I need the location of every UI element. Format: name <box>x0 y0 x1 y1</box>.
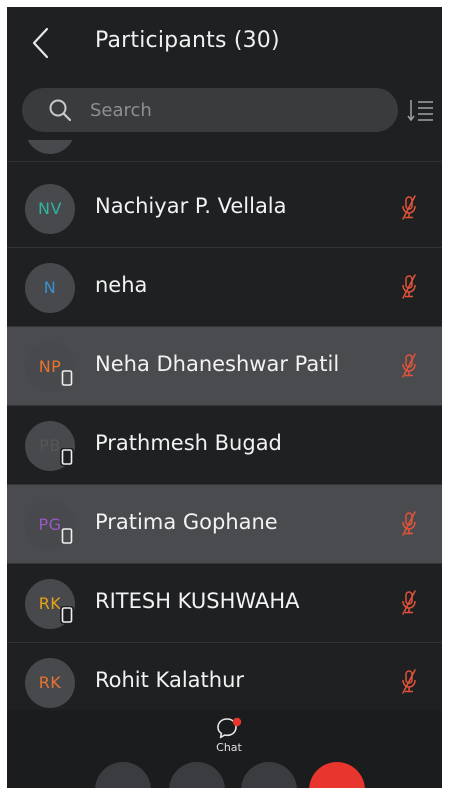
participant-name: RITESH KUSHWAHA <box>95 589 300 613</box>
mobile-device-icon <box>60 369 74 387</box>
avatar: RK <box>25 658 75 708</box>
participant-name: Prathmesh Bugad <box>95 431 282 455</box>
search-input[interactable] <box>90 88 380 132</box>
participant-row[interactable]: RK RITESH KUSHWAHA <box>7 564 442 643</box>
mic-muted-icon <box>402 590 416 615</box>
participant-name: Nachiyar P. Vellala <box>95 194 287 218</box>
sort-button[interactable] <box>407 96 435 124</box>
header: Participants (30) <box>7 7 442 82</box>
mobile-device-icon <box>60 448 74 466</box>
chat-label: Chat <box>216 741 242 754</box>
search-bar[interactable] <box>22 88 398 132</box>
participants-screen: Participants (30) NVNachiyar P. VellalaN… <box>7 7 442 788</box>
participant-row[interactable]: RK Rohit Kalathur <box>7 643 442 710</box>
participant-name: Pratima Gophane <box>95 510 278 534</box>
mobile-device-icon <box>60 527 74 545</box>
avatar: NV <box>25 184 75 234</box>
unread-dot <box>232 717 242 727</box>
participant-row[interactable]: PB Prathmesh Bugad <box>7 406 442 485</box>
mic-muted-icon <box>402 669 416 694</box>
page-title: Participants (30) <box>95 28 280 53</box>
participant-row[interactable]: PG Pratima Gophane <box>7 485 442 564</box>
participant-name: Rohit Kalathur <box>95 668 245 692</box>
chat-bubble-icon <box>217 717 242 739</box>
avatar: N <box>25 263 75 313</box>
participant-name: neha <box>95 273 148 297</box>
mic-muted-icon <box>402 511 416 536</box>
avatar <box>25 140 75 154</box>
participant-row[interactable]: NV Nachiyar P. Vellala <box>7 169 442 248</box>
mic-muted-icon <box>402 195 416 220</box>
participants-list[interactable]: NV Nachiyar P. Vellala Nneha NP Neha Dhanesh… <box>7 140 442 710</box>
participant-row[interactable]: Nneha <box>7 248 442 327</box>
back-button[interactable] <box>27 25 57 61</box>
participant-name: Neha Dhaneshwar Patil <box>95 352 340 376</box>
chevron-left-icon <box>32 27 49 59</box>
list-item-partial <box>7 140 442 162</box>
search-icon <box>49 99 72 122</box>
mic-muted-icon <box>402 274 416 299</box>
mic-muted-icon <box>402 353 416 378</box>
mobile-device-icon <box>60 606 74 624</box>
chat-button[interactable]: Chat <box>207 717 251 763</box>
sort-list-icon <box>407 100 433 122</box>
participant-row[interactable]: NP Neha Dhaneshwar Patil <box>7 327 442 406</box>
